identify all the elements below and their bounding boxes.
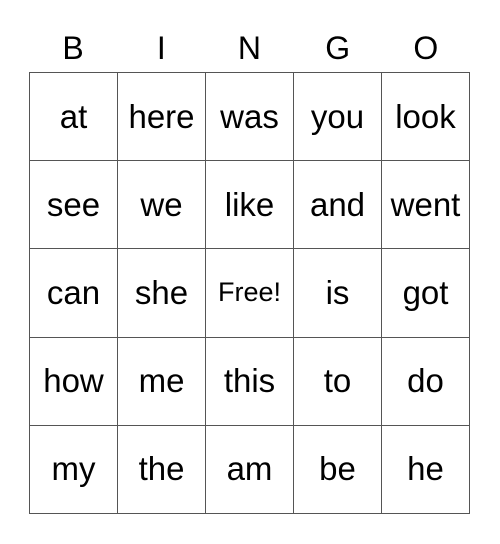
- header-letter: I: [156, 30, 166, 66]
- bingo-cell: you: [294, 73, 382, 162]
- bingo-header: B I N G O: [29, 26, 470, 70]
- bingo-cell: my: [30, 425, 118, 514]
- bingo-cell: can: [30, 249, 118, 338]
- bingo-cell: how: [30, 337, 118, 426]
- bingo-cell: we: [118, 161, 206, 250]
- header-letter: O: [413, 30, 439, 66]
- bingo-cell: be: [294, 425, 382, 514]
- header-letter: G: [325, 30, 351, 66]
- bingo-cell: this: [206, 337, 294, 426]
- bingo-cell: he: [382, 425, 470, 514]
- bingo-cell: the: [118, 425, 206, 514]
- bingo-cell: me: [118, 337, 206, 426]
- bingo-cell: she: [118, 249, 206, 338]
- bingo-cell: here: [118, 73, 206, 162]
- bingo-cell: do: [382, 337, 470, 426]
- bingo-cell: see: [30, 161, 118, 250]
- free-space-cell: Free!: [206, 249, 294, 338]
- bingo-cell: look: [382, 73, 470, 162]
- bingo-cell: was: [206, 73, 294, 162]
- bingo-cell: like: [206, 161, 294, 250]
- bingo-cell: at: [30, 73, 118, 162]
- bingo-cell: and: [294, 161, 382, 250]
- bingo-cell: to: [294, 337, 382, 426]
- bingo-cell: am: [206, 425, 294, 514]
- bingo-cell: got: [382, 249, 470, 338]
- bingo-cell: is: [294, 249, 382, 338]
- bingo-grid: at here was you look see we like and went can she Fr…: [29, 72, 470, 514]
- header-letter: B: [62, 30, 84, 66]
- header-letter: N: [237, 30, 262, 66]
- bingo-cell: went: [382, 161, 470, 250]
